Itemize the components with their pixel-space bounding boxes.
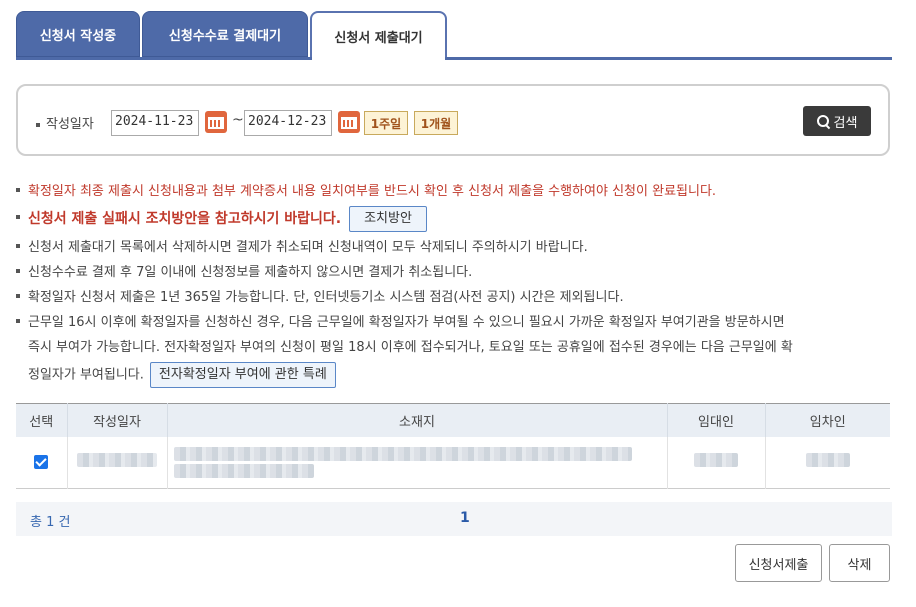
redacted-address-line2 — [173, 463, 314, 478]
search-button[interactable]: 검색 — [803, 106, 871, 136]
col-select: 선택 — [16, 403, 68, 437]
notice-6-line3: 정일자가 부여됩니다. 전자확정일자 부여에 관한 특례 — [28, 362, 336, 388]
table-row[interactable] — [16, 436, 890, 489]
period-1month-button[interactable]: 1개월 — [414, 111, 458, 135]
application-table: 선택 작성일자 소재지 임대인 임차인 — [16, 403, 890, 489]
bullet-icon — [16, 293, 20, 298]
bullet-icon — [16, 187, 20, 192]
submit-application-button[interactable]: 신청서제출 — [735, 544, 822, 582]
notice-5: 확정일자 신청서 제출은 1년 365일 가능합니다. 단, 인터넷등기소 시스… — [16, 286, 624, 310]
notice-6-line2: 즉시 부여가 가능합니다. 전자확정일자 부여의 신청이 평일 18시 이후에 … — [28, 340, 793, 355]
calendar-to-icon[interactable] — [338, 111, 360, 133]
date-range-separator: ~ — [232, 112, 244, 128]
notice-6-line1: 근무일 16시 이후에 확정일자를 신청하신 경우, 다음 근무일에 확정일자가… — [16, 311, 785, 335]
bullet-icon — [16, 243, 20, 248]
delete-button[interactable]: 삭제 — [829, 544, 890, 582]
col-created-date: 작성일자 — [67, 403, 168, 437]
date-from-input[interactable]: 2024-11-23 — [111, 110, 199, 136]
bullet-icon — [16, 318, 20, 323]
period-1week-button[interactable]: 1주일 — [364, 111, 408, 135]
bullet-icon — [36, 122, 40, 127]
calendar-from-icon[interactable] — [205, 111, 227, 133]
notice-4: 신청수수료 결제 후 7일 이내에 신청정보를 제출하지 않으시면 결제가 취소… — [16, 261, 472, 285]
bullet-icon — [16, 268, 20, 273]
redacted-address-line1 — [173, 446, 632, 461]
pagination-bar: 총 1 건 1 — [16, 502, 892, 536]
tab-underline-gap — [312, 57, 445, 60]
tab-drafting[interactable]: 신청서 작성중 — [16, 11, 140, 57]
redacted-date — [77, 453, 157, 468]
row-tenant-cell — [765, 437, 890, 489]
date-to-input[interactable]: 2024-12-23 — [244, 110, 332, 136]
search-date-label: 작성일자 — [36, 113, 94, 132]
notice-2: 신청서 제출 실패시 조치방안을 참고하시기 바랍니다. 조치방안 — [16, 206, 427, 232]
tab-underline — [16, 57, 892, 60]
tab-submit-pending[interactable]: 신청서 제출대기 — [310, 11, 447, 59]
table-header-row: 선택 작성일자 소재지 임대인 임차인 — [16, 403, 890, 437]
row-landlord-cell — [667, 436, 766, 489]
row-address-cell — [167, 436, 668, 489]
redacted-tenant — [805, 453, 850, 468]
tab-bar: 신청서 작성중 신청수수료 결제대기 신청서 제출대기 — [16, 11, 892, 59]
col-address: 소재지 — [167, 403, 668, 437]
notice-3: 신청서 제출대기 목록에서 삭제하시면 결제가 취소되며 신청내역이 모두 삭제… — [16, 236, 588, 260]
col-tenant: 임차인 — [765, 403, 890, 437]
remedy-button[interactable]: 조치방안 — [349, 206, 427, 232]
special-provision-button[interactable]: 전자확정일자 부여에 관한 특례 — [149, 362, 336, 388]
col-landlord: 임대인 — [667, 403, 766, 437]
search-panel: 작성일자 2024-11-23 ~ 2024-12-23 1주일 1개월 검색 — [16, 84, 890, 156]
page-number-1[interactable]: 1 — [460, 510, 470, 526]
search-icon — [816, 114, 830, 128]
bullet-icon — [16, 215, 20, 219]
row-checkbox[interactable] — [34, 455, 49, 470]
row-select-cell[interactable] — [16, 436, 68, 489]
row-date-cell — [67, 436, 168, 489]
redacted-landlord — [694, 453, 738, 468]
search-button-label: 검색 — [833, 115, 858, 131]
notice-1: 확정일자 최종 제출시 신청내용과 첨부 계약증서 내용 일치여부를 반드시 확… — [16, 180, 716, 204]
total-count: 총 1 건 — [30, 515, 71, 530]
tab-payment-pending[interactable]: 신청수수료 결제대기 — [142, 11, 308, 57]
